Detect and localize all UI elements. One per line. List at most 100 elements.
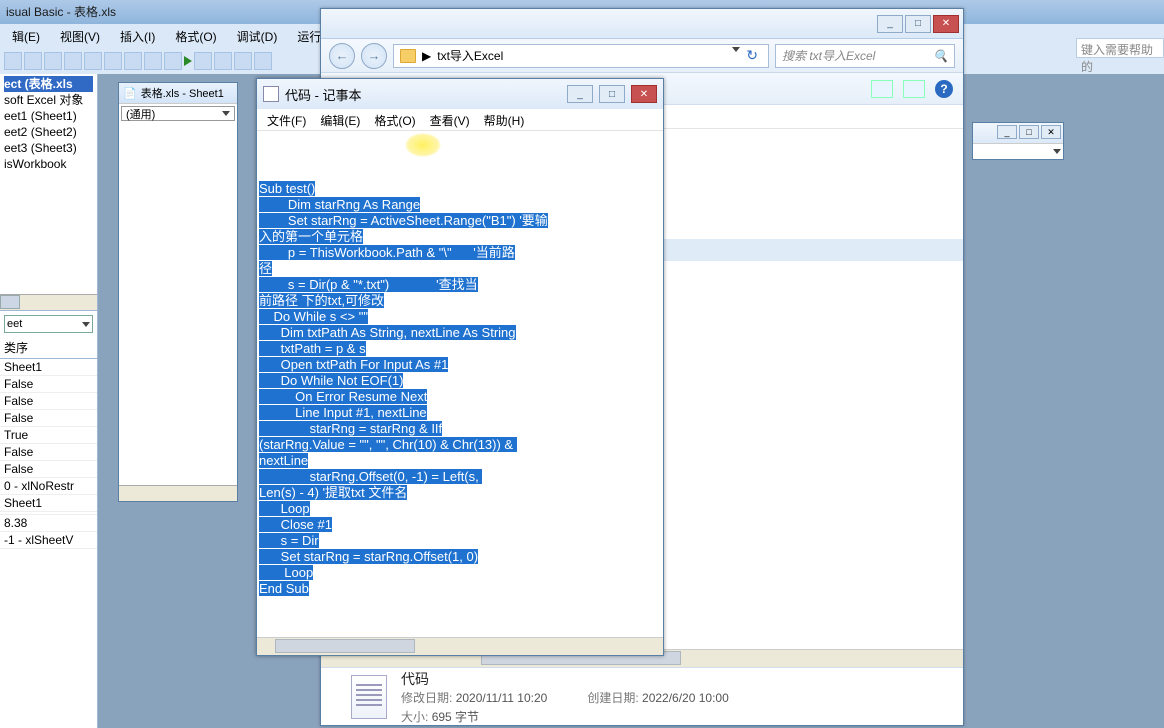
- tb-btn[interactable]: [84, 52, 102, 70]
- breadcrumb-sep: ▶: [422, 49, 431, 63]
- menu-format[interactable]: 格式(O): [368, 111, 421, 128]
- menu-file[interactable]: 文件(F): [261, 111, 312, 128]
- explorer-titlebar[interactable]: _ □ ✕: [321, 9, 963, 39]
- prop-row[interactable]: 0 - xlNoRestr: [0, 478, 97, 495]
- menu-debug[interactable]: 调试(D): [229, 26, 286, 46]
- tb-btn[interactable]: [44, 52, 62, 70]
- code-window[interactable]: 📄 表格.xls - Sheet1 (通用): [118, 82, 238, 502]
- search-input[interactable]: 搜索 txt导入Excel 🔍: [775, 44, 955, 68]
- menu-view[interactable]: 视图(V): [52, 26, 108, 46]
- help-search-input[interactable]: 键入需要帮助的: [1076, 38, 1164, 58]
- tree-hscroll[interactable]: [0, 294, 97, 310]
- tb-btn[interactable]: [214, 52, 232, 70]
- tb-btn[interactable]: [254, 52, 272, 70]
- tb-btn[interactable]: [104, 52, 122, 70]
- tb-btn[interactable]: [194, 52, 212, 70]
- details-filename: 代码: [401, 669, 729, 689]
- view-mode-button[interactable]: [871, 80, 893, 98]
- tb-btn[interactable]: [4, 52, 22, 70]
- minimize-button[interactable]: _: [567, 85, 593, 103]
- tb-btn[interactable]: [144, 52, 162, 70]
- folder-icon: [400, 49, 416, 63]
- maximize-button[interactable]: □: [905, 15, 931, 33]
- cursor-highlight: [405, 133, 441, 157]
- tree-item[interactable]: isWorkbook: [4, 156, 93, 172]
- tree-root[interactable]: ect (表格.xls: [4, 76, 93, 92]
- maximize-button[interactable]: □: [599, 85, 625, 103]
- tb-btn[interactable]: [234, 52, 252, 70]
- notepad-titlebar[interactable]: 代码 - 记事本 _ □ ✕: [257, 79, 663, 109]
- preview-pane-button[interactable]: [903, 80, 925, 98]
- tree-item[interactable]: eet3 (Sheet3): [4, 140, 93, 156]
- details-size: 695 字节: [432, 710, 479, 724]
- tree-item[interactable]: eet2 (Sheet2): [4, 124, 93, 140]
- notepad-hscroll[interactable]: [257, 637, 663, 655]
- notepad-icon: [263, 86, 279, 102]
- prop-row[interactable]: False: [0, 410, 97, 427]
- menu-insert[interactable]: 插入(I): [112, 26, 163, 46]
- chevron-down-icon[interactable]: [732, 47, 740, 52]
- details-size-label: 大小:: [401, 710, 428, 724]
- code-editor-area[interactable]: [119, 123, 237, 485]
- prop-row[interactable]: False: [0, 393, 97, 410]
- breadcrumb-item[interactable]: txt导入Excel: [437, 47, 503, 64]
- prop-row[interactable]: Sheet1: [0, 359, 97, 376]
- tb-btn[interactable]: [164, 52, 182, 70]
- chevron-down-icon[interactable]: [1053, 149, 1061, 154]
- explorer-address-bar: ← → ▶ txt导入Excel ↻ 搜索 txt导入Excel 🔍: [321, 39, 963, 73]
- close-button[interactable]: ✕: [933, 15, 959, 33]
- scroll-thumb[interactable]: [275, 639, 415, 653]
- nav-back-button[interactable]: ←: [329, 43, 355, 69]
- menu-help[interactable]: 帮助(H): [478, 111, 531, 128]
- properties-pane: eet 类序 Sheet1FalseFalseFalseTrueFalseFal…: [0, 310, 97, 728]
- menu-edit[interactable]: 编辑(E): [314, 111, 366, 128]
- prop-row[interactable]: False: [0, 376, 97, 393]
- run-icon[interactable]: [184, 56, 192, 66]
- tb-btn[interactable]: [124, 52, 142, 70]
- notepad-window: 代码 - 记事本 _ □ ✕ 文件(F) 编辑(E) 格式(O) 查看(V) 帮…: [256, 78, 664, 656]
- menu-format[interactable]: 格式(O): [167, 26, 224, 46]
- prop-tab[interactable]: 类序: [0, 337, 97, 359]
- file-icon: [351, 675, 387, 719]
- code-hscroll[interactable]: [119, 485, 237, 501]
- tb-btn[interactable]: [24, 52, 42, 70]
- address-field[interactable]: ▶ txt导入Excel ↻: [393, 44, 769, 68]
- chevron-down-icon: [82, 322, 90, 327]
- refresh-icon[interactable]: ↻: [742, 47, 762, 64]
- prop-object-combo[interactable]: eet: [4, 315, 93, 333]
- properties-grid[interactable]: Sheet1FalseFalseFalseTrueFalseFalse0 - x…: [0, 359, 97, 549]
- notepad-menubar[interactable]: 文件(F) 编辑(E) 格式(O) 查看(V) 帮助(H): [257, 109, 663, 131]
- search-placeholder: 搜索 txt导入Excel: [782, 47, 875, 64]
- details-created: 2022/6/20 10:00: [642, 691, 729, 705]
- prop-row[interactable]: False: [0, 444, 97, 461]
- tree-item[interactable]: eet1 (Sheet1): [4, 108, 93, 124]
- tree-item[interactable]: soft Excel 对象: [4, 92, 93, 108]
- minimize-button[interactable]: _: [877, 15, 903, 33]
- prop-row[interactable]: -1 - xlSheetV: [0, 532, 97, 549]
- project-pane: ect (表格.xls soft Excel 对象 eet1 (Sheet1) …: [0, 74, 98, 728]
- prop-row[interactable]: False: [0, 461, 97, 478]
- maximize-button[interactable]: □: [1019, 125, 1039, 139]
- tb-btn[interactable]: [64, 52, 82, 70]
- close-button[interactable]: ✕: [1041, 125, 1061, 139]
- secondary-window: _ □ ✕: [972, 122, 1064, 160]
- help-icon[interactable]: ?: [935, 80, 953, 98]
- code-object-combo[interactable]: (通用): [121, 106, 235, 121]
- project-tree[interactable]: ect (表格.xls soft Excel 对象 eet1 (Sheet1) …: [0, 74, 97, 294]
- menu-edit[interactable]: 辑(E): [4, 26, 48, 46]
- prop-row[interactable]: 8.38: [0, 515, 97, 532]
- prop-combo-text: eet: [7, 318, 22, 330]
- minimize-button[interactable]: _: [997, 125, 1017, 139]
- nav-forward-button[interactable]: →: [361, 43, 387, 69]
- prop-row[interactable]: Sheet1: [0, 495, 97, 512]
- details-mod: 2020/11/11 10:20: [456, 691, 548, 705]
- prop-row[interactable]: True: [0, 427, 97, 444]
- details-mod-label: 修改日期:: [401, 691, 452, 705]
- code-window-icon: 📄: [123, 87, 137, 100]
- details-created-label: 创建日期:: [587, 691, 638, 705]
- scroll-thumb[interactable]: [0, 295, 20, 309]
- notepad-textarea[interactable]: Sub test() Dim starRng As Range Set star…: [257, 131, 663, 637]
- menu-view[interactable]: 查看(V): [424, 111, 476, 128]
- close-button[interactable]: ✕: [631, 85, 657, 103]
- code-window-title: 表格.xls - Sheet1: [141, 85, 224, 101]
